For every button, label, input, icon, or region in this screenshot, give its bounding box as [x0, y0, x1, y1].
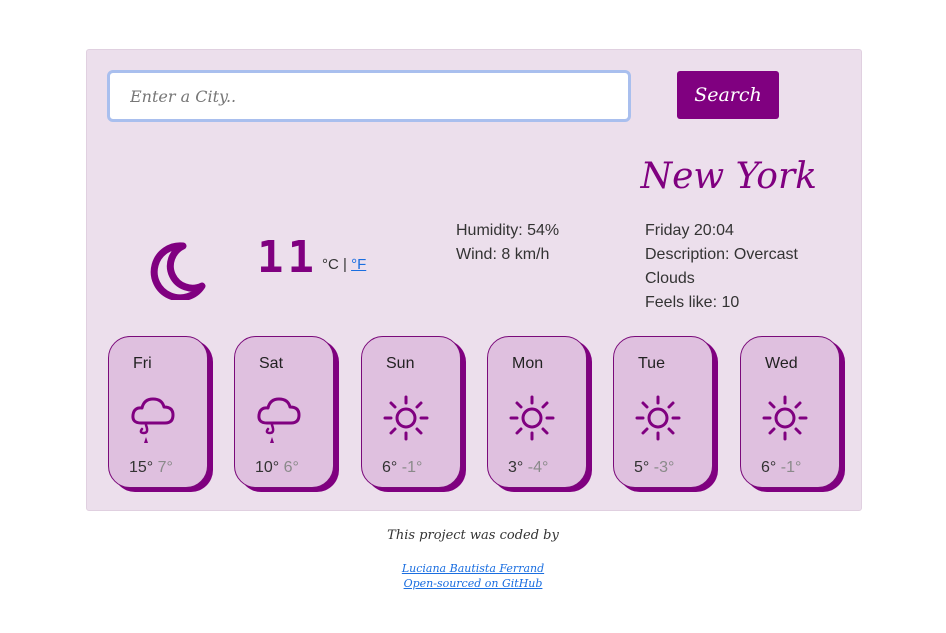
sun-icon: [383, 395, 429, 441]
sun-icon: [762, 395, 808, 441]
forecast: Fri 15° 7° Sat 10° 6° Sun 6° -1° Mon 3° …: [108, 336, 848, 496]
search-button[interactable]: Search: [677, 71, 779, 119]
forecast-temps: 5° -3°: [634, 459, 674, 477]
github-link[interactable]: Open-sourced on GitHub: [0, 576, 946, 591]
forecast-day-name: Sat: [259, 355, 284, 372]
forecast-min: 6°: [283, 459, 299, 476]
forecast-min: -4°: [527, 459, 549, 476]
forecast-day: Sun 6° -1°: [361, 336, 461, 488]
forecast-temps: 6° -1°: [382, 459, 422, 477]
forecast-max: 5°: [634, 459, 650, 476]
forecast-day-name: Tue: [638, 355, 665, 372]
forecast-day: Sat 10° 6°: [234, 336, 334, 488]
unit-separator: |: [338, 256, 352, 273]
forecast-max: 15°: [129, 459, 154, 476]
forecast-temps: 3° -4°: [508, 459, 548, 477]
forecast-day: Mon 3° -4°: [487, 336, 587, 488]
forecast-max: 3°: [508, 459, 524, 476]
weather-details: Humidity: 54% Wind: 8 km/h: [456, 219, 559, 267]
sun-icon: [509, 395, 555, 441]
current-temperature: 11: [257, 232, 318, 283]
rain-cloud-icon: [131, 397, 175, 443]
feels-like: Feels like: 10: [645, 294, 740, 311]
forecast-day-name: Fri: [133, 355, 152, 372]
forecast-max: 10°: [255, 459, 280, 476]
forecast-day: Fri 15° 7°: [108, 336, 208, 488]
humidity: Humidity: 54%: [456, 222, 560, 239]
forecast-day-name: Wed: [765, 355, 798, 372]
forecast-min: 7°: [157, 459, 173, 476]
weather-app: Search New York 11 °C | °F Humidity: 54%…: [86, 49, 862, 511]
wind: Wind: 8 km/h: [456, 246, 550, 263]
footer-credit: This project was coded by: [387, 528, 559, 543]
forecast-max: 6°: [761, 459, 777, 476]
forecast-temps: 6° -1°: [761, 459, 801, 477]
weather-info: Friday 20:04 Description: Overcast Cloud…: [645, 219, 825, 315]
moon-icon: [150, 242, 206, 300]
rain-cloud-icon: [257, 397, 301, 443]
forecast-min: -3°: [653, 459, 675, 476]
sun-icon: [635, 395, 681, 441]
forecast-temps: 15° 7°: [129, 459, 173, 477]
forecast-temps: 10° 6°: [255, 459, 299, 477]
forecast-day-name: Sun: [386, 355, 415, 372]
city-name: New York: [640, 156, 817, 197]
forecast-day: Wed 6° -1°: [740, 336, 840, 488]
forecast-day: Tue 5° -3°: [613, 336, 713, 488]
description: Description: Overcast Clouds: [645, 246, 798, 287]
unit-toggle: °C | °F: [322, 256, 366, 273]
footer: This project was coded by Luciana Bautis…: [0, 528, 946, 591]
city-search-input[interactable]: [107, 70, 631, 122]
author-link[interactable]: Luciana Bautista Ferrand: [0, 561, 946, 576]
celsius-unit[interactable]: °C: [322, 256, 339, 273]
fahrenheit-link[interactable]: °F: [351, 256, 366, 273]
forecast-min: -1°: [401, 459, 423, 476]
date-time: Friday 20:04: [645, 222, 734, 239]
forecast-max: 6°: [382, 459, 398, 476]
forecast-day-name: Mon: [512, 355, 544, 372]
forecast-min: -1°: [780, 459, 802, 476]
